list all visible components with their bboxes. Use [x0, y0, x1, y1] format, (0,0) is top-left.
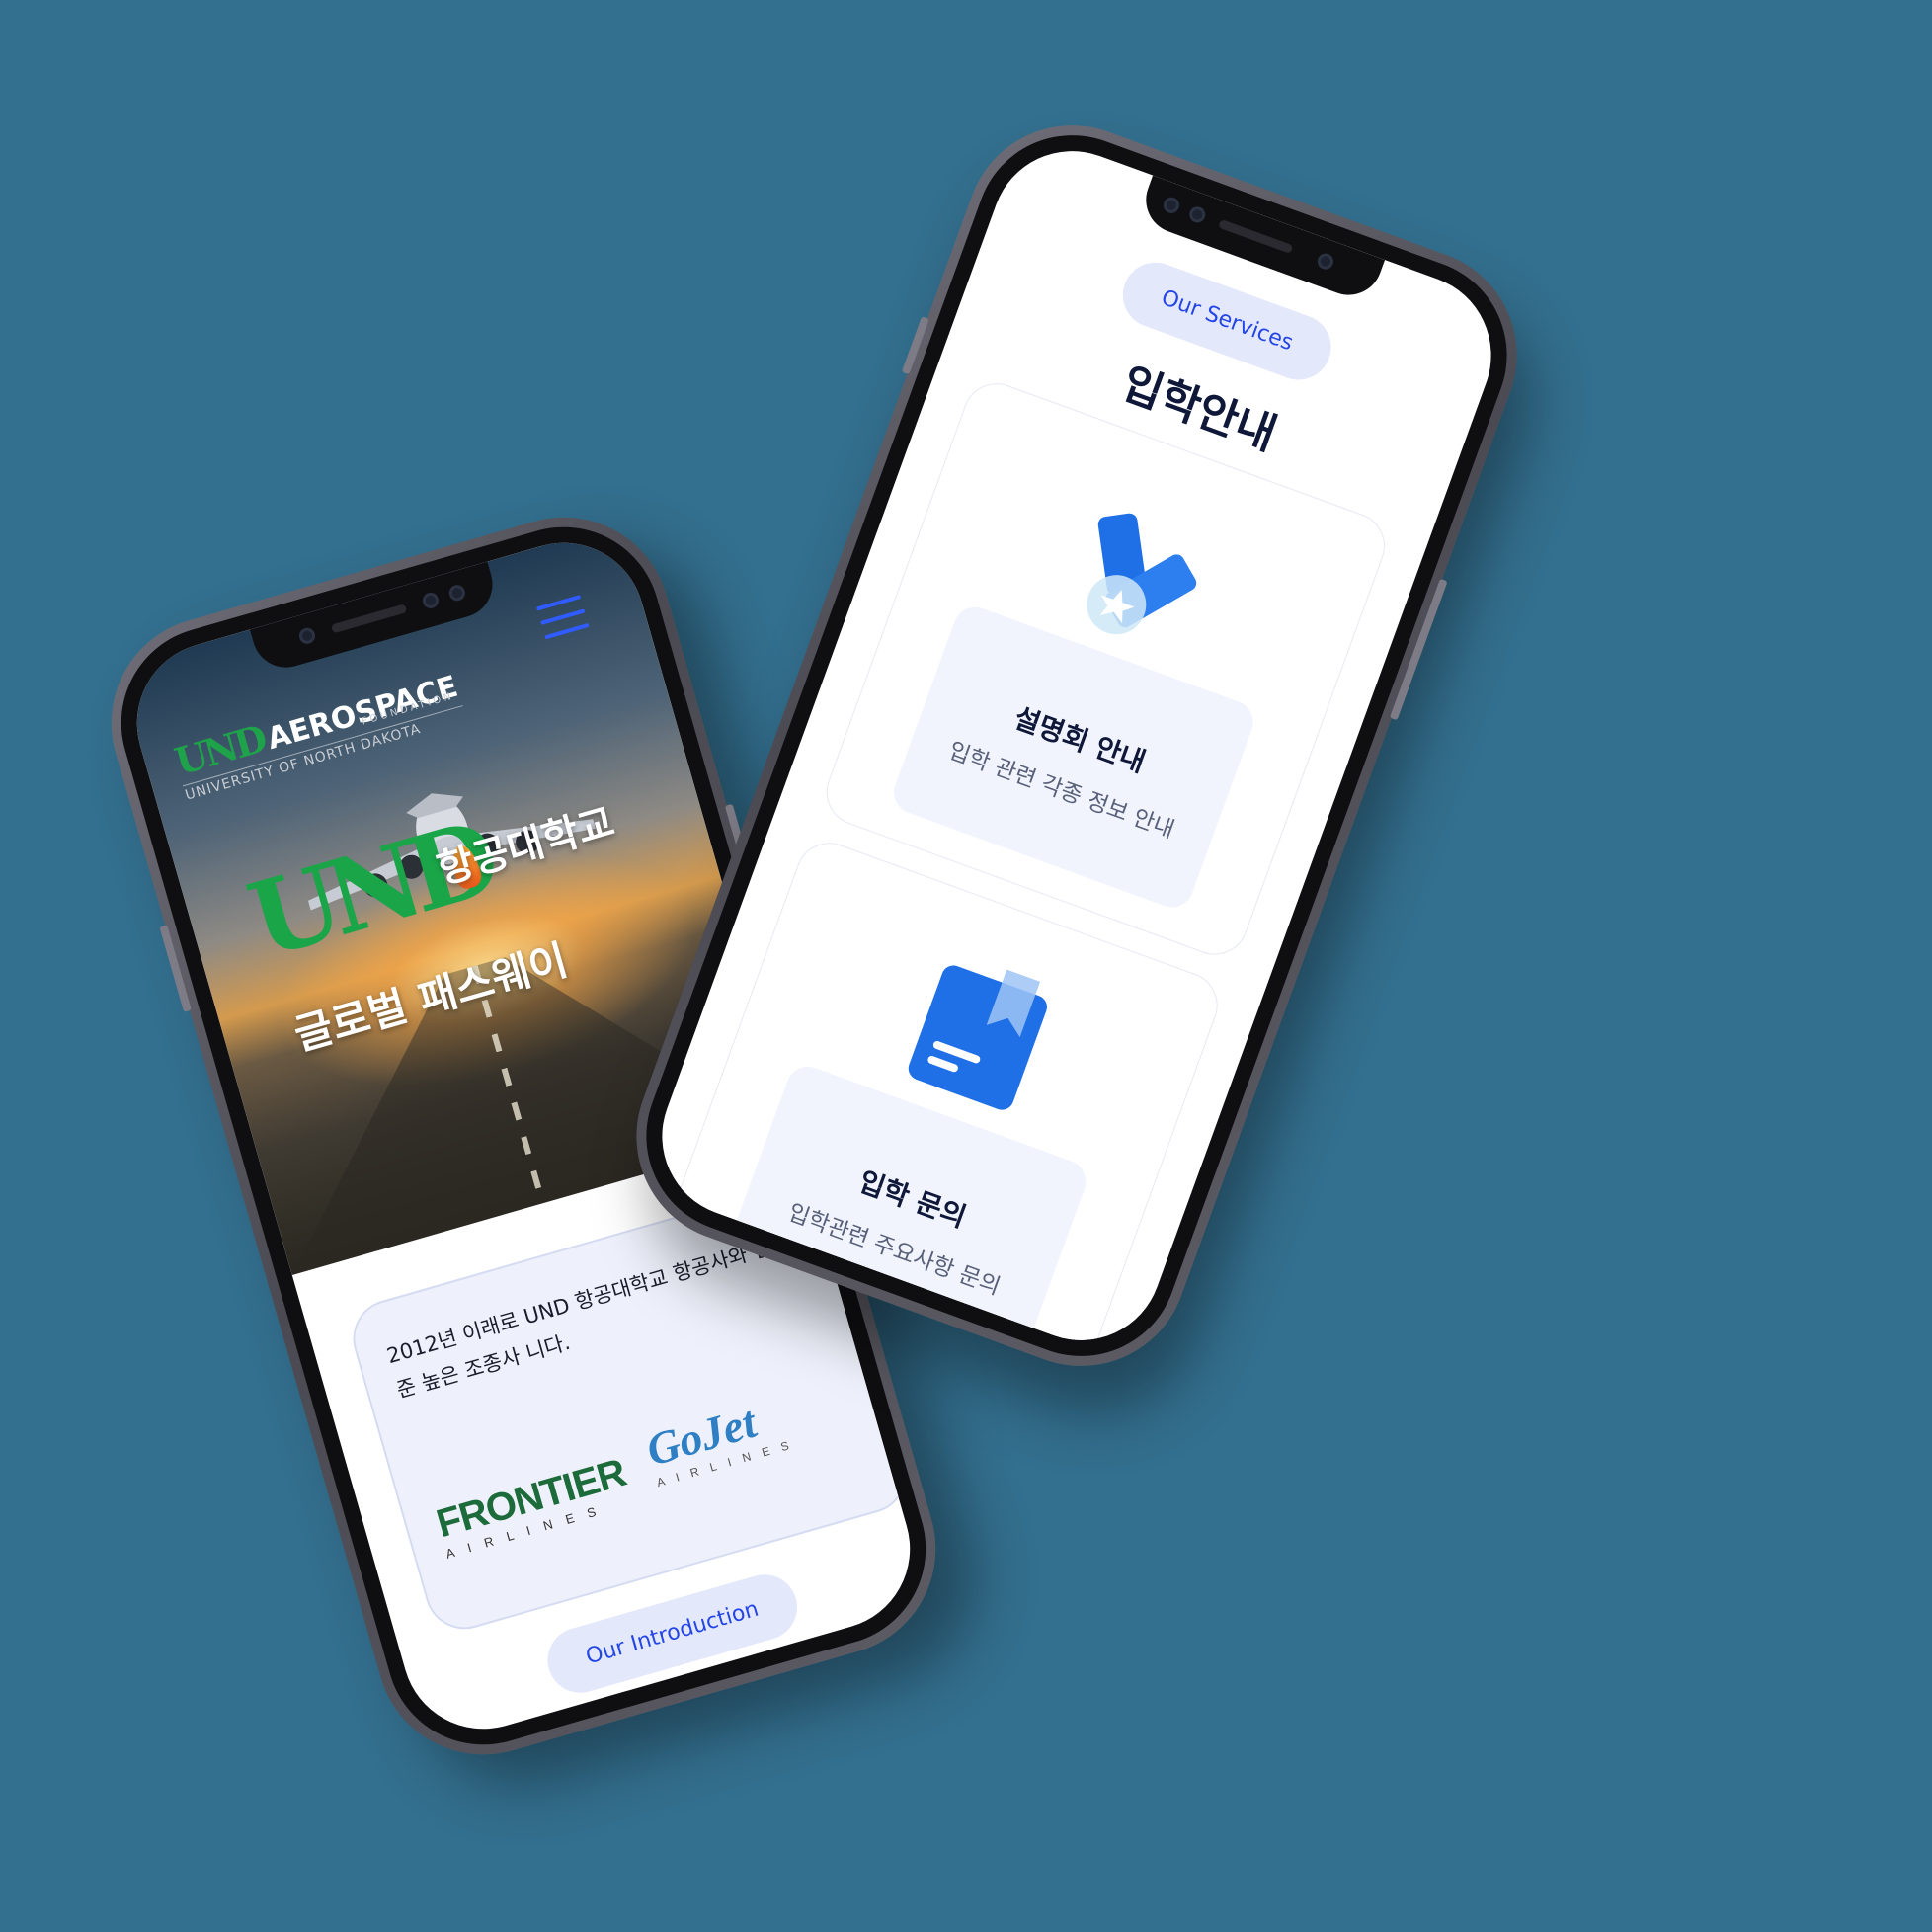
front-camera: [297, 625, 317, 646]
front-camera: [1315, 251, 1336, 272]
service-card-content: 설명회 안내 입학 관련 각종 정보 안내: [887, 601, 1259, 914]
speaker-grille: [1218, 218, 1294, 254]
sensor: [1161, 195, 1182, 216]
sensor: [446, 583, 467, 604]
book-bookmark-icon: [908, 965, 1047, 1110]
sensor: [421, 591, 441, 610]
sensor: [1186, 204, 1208, 225]
frontier-airlines-logo: FRONTIER AIRLINES: [432, 1451, 634, 1562]
gojet-airlines-logo: GoJet AIRLINES: [641, 1385, 802, 1489]
speaker-grille: [330, 604, 408, 634]
